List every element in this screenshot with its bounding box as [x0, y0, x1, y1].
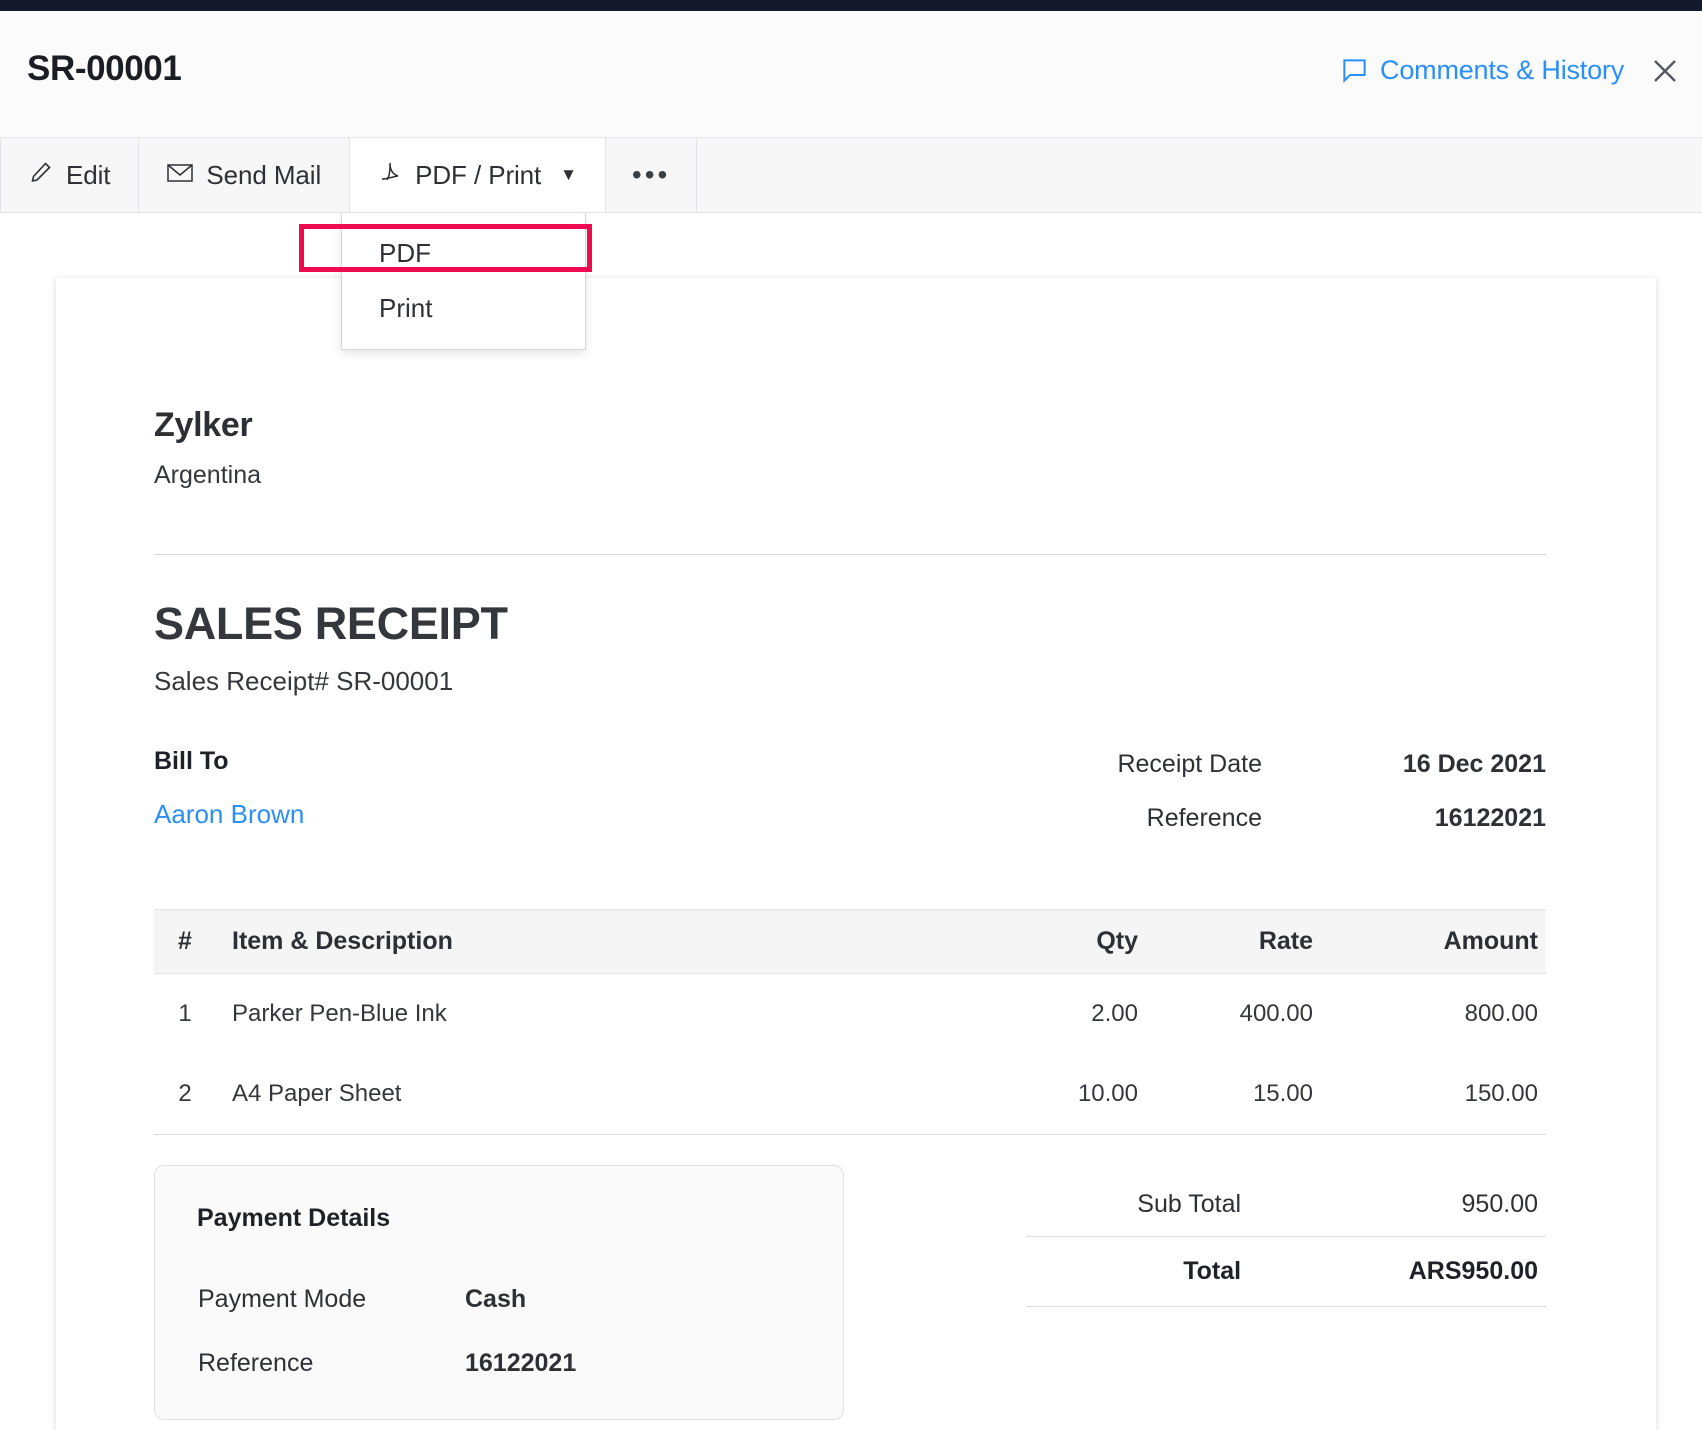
meta-row-reference: Reference 16122021 [1117, 782, 1546, 836]
line-items-table: # Item & Description Qty Rate Amount 1 P… [154, 909, 1546, 1135]
document-type-title: SALES RECEIPT [154, 598, 1546, 650]
comment-icon [1341, 57, 1368, 84]
meta-value-reference: 16122021 [1346, 782, 1546, 836]
row-description: A4 Paper Sheet [216, 1054, 973, 1135]
payment-details-table: Payment Mode Cash Reference 16122021 [197, 1251, 801, 1379]
row-description: Parker Pen-Blue Ink [216, 974, 973, 1055]
bill-to-block: Bill To Aaron Brown [154, 747, 304, 830]
row-amount: 150.00 [1323, 1054, 1546, 1135]
table-header-row: # Item & Description Qty Rate Amount [154, 910, 1546, 974]
pdf-print-label: PDF / Print [415, 160, 541, 191]
subtotal-value: 950.00 [1329, 1173, 1546, 1237]
sales-receipt-preview-window: SR-00001 Comments & History [0, 0, 1702, 1430]
company-name: Zylker [154, 406, 1546, 445]
line-items-body: 1 Parker Pen-Blue Ink 2.00 400.00 800.00… [154, 974, 1546, 1135]
payment-mode-label: Payment Mode [197, 1251, 464, 1315]
page-header-left: SR-00001 [27, 47, 181, 91]
send-mail-label: Send Mail [206, 160, 321, 191]
totals-row-total: Total ARS950.00 [1026, 1237, 1546, 1307]
subtotal-label: Sub Total [1026, 1173, 1329, 1237]
column-header-description: Item & Description [216, 910, 973, 974]
column-header-rate: Rate [1138, 910, 1323, 974]
bill-to-label: Bill To [154, 747, 304, 776]
row-qty: 2.00 [973, 974, 1138, 1055]
meta-row-receipt-date: Receipt Date 16 Dec 2021 [1117, 747, 1546, 782]
pencil-icon [29, 160, 53, 191]
header-divider [154, 554, 1546, 555]
window-top-strip [0, 0, 1702, 11]
more-actions-button[interactable]: ••• [606, 138, 697, 212]
payment-details-title: Payment Details [197, 1204, 801, 1233]
payment-reference-label: Reference [197, 1315, 464, 1379]
payment-reference-value: 16122021 [464, 1315, 801, 1379]
company-country: Argentina [154, 461, 1546, 490]
edit-label: Edit [66, 160, 110, 191]
column-header-index: # [154, 910, 216, 974]
dropdown-item-pdf[interactable]: PDF [342, 226, 585, 281]
meta-label-reference: Reference [1117, 782, 1346, 836]
page-title: SR-00001 [27, 47, 181, 91]
meta-label-receipt-date: Receipt Date [1117, 747, 1346, 782]
payment-row-mode: Payment Mode Cash [197, 1251, 801, 1315]
row-qty: 10.00 [973, 1054, 1138, 1135]
meta-value-receipt-date: 16 Dec 2021 [1346, 747, 1546, 782]
column-header-amount: Amount [1323, 910, 1546, 974]
pdf-print-button[interactable]: PDF / Print ▼ [350, 138, 606, 212]
payment-row-reference: Reference 16122021 [197, 1315, 801, 1379]
payment-mode-value: Cash [464, 1251, 801, 1315]
comments-and-history-label: Comments & History [1380, 55, 1624, 86]
bill-to-and-meta-row: Bill To Aaron Brown Receipt Date 16 Dec … [154, 747, 1546, 836]
adobe-pdf-icon [378, 160, 402, 191]
page-header: SR-00001 Comments & History [0, 11, 1702, 138]
action-toolbar: Edit Send Mail PDF / Print ▼ ••• [0, 138, 1702, 213]
close-icon[interactable] [1650, 56, 1680, 86]
envelope-icon [167, 160, 193, 191]
row-amount: 800.00 [1323, 974, 1546, 1055]
payment-details-box: Payment Details Payment Mode Cash Refere… [154, 1165, 844, 1420]
row-rate: 400.00 [1138, 974, 1323, 1055]
table-row: 1 Parker Pen-Blue Ink 2.00 400.00 800.00 [154, 974, 1546, 1055]
totals-block: Sub Total 950.00 Total ARS950.00 [1026, 1173, 1546, 1307]
pdf-print-dropdown-menu: PDF Print [341, 213, 586, 350]
chevron-down-icon: ▼ [560, 165, 577, 185]
edit-button[interactable]: Edit [0, 138, 139, 212]
receipt-bottom-section: Payment Details Payment Mode Cash Refere… [154, 1165, 1546, 1420]
receipt-meta-table: Receipt Date 16 Dec 2021 Reference 16122… [1117, 747, 1546, 836]
send-mail-button[interactable]: Send Mail [139, 138, 350, 212]
totals-row-subtotal: Sub Total 950.00 [1026, 1173, 1546, 1237]
totals-table: Sub Total 950.00 Total ARS950.00 [1026, 1173, 1546, 1307]
receipt-document-sheet: Zylker Argentina SALES RECEIPT Sales Rec… [56, 278, 1656, 1430]
table-row: 2 A4 Paper Sheet 10.00 15.00 150.00 [154, 1054, 1546, 1135]
dropdown-item-print[interactable]: Print [342, 281, 585, 336]
row-rate: 15.00 [1138, 1054, 1323, 1135]
total-label: Total [1026, 1237, 1329, 1307]
bill-to-customer-link[interactable]: Aaron Brown [154, 799, 304, 830]
page-header-right: Comments & History [1341, 55, 1680, 86]
line-items-header: # Item & Description Qty Rate Amount [154, 910, 1546, 974]
document-number: Sales Receipt# SR-00001 [154, 666, 1546, 697]
row-index: 2 [154, 1054, 216, 1135]
row-index: 1 [154, 974, 216, 1055]
column-header-qty: Qty [973, 910, 1138, 974]
comments-and-history-link[interactable]: Comments & History [1341, 55, 1624, 86]
total-value: ARS950.00 [1329, 1237, 1546, 1307]
